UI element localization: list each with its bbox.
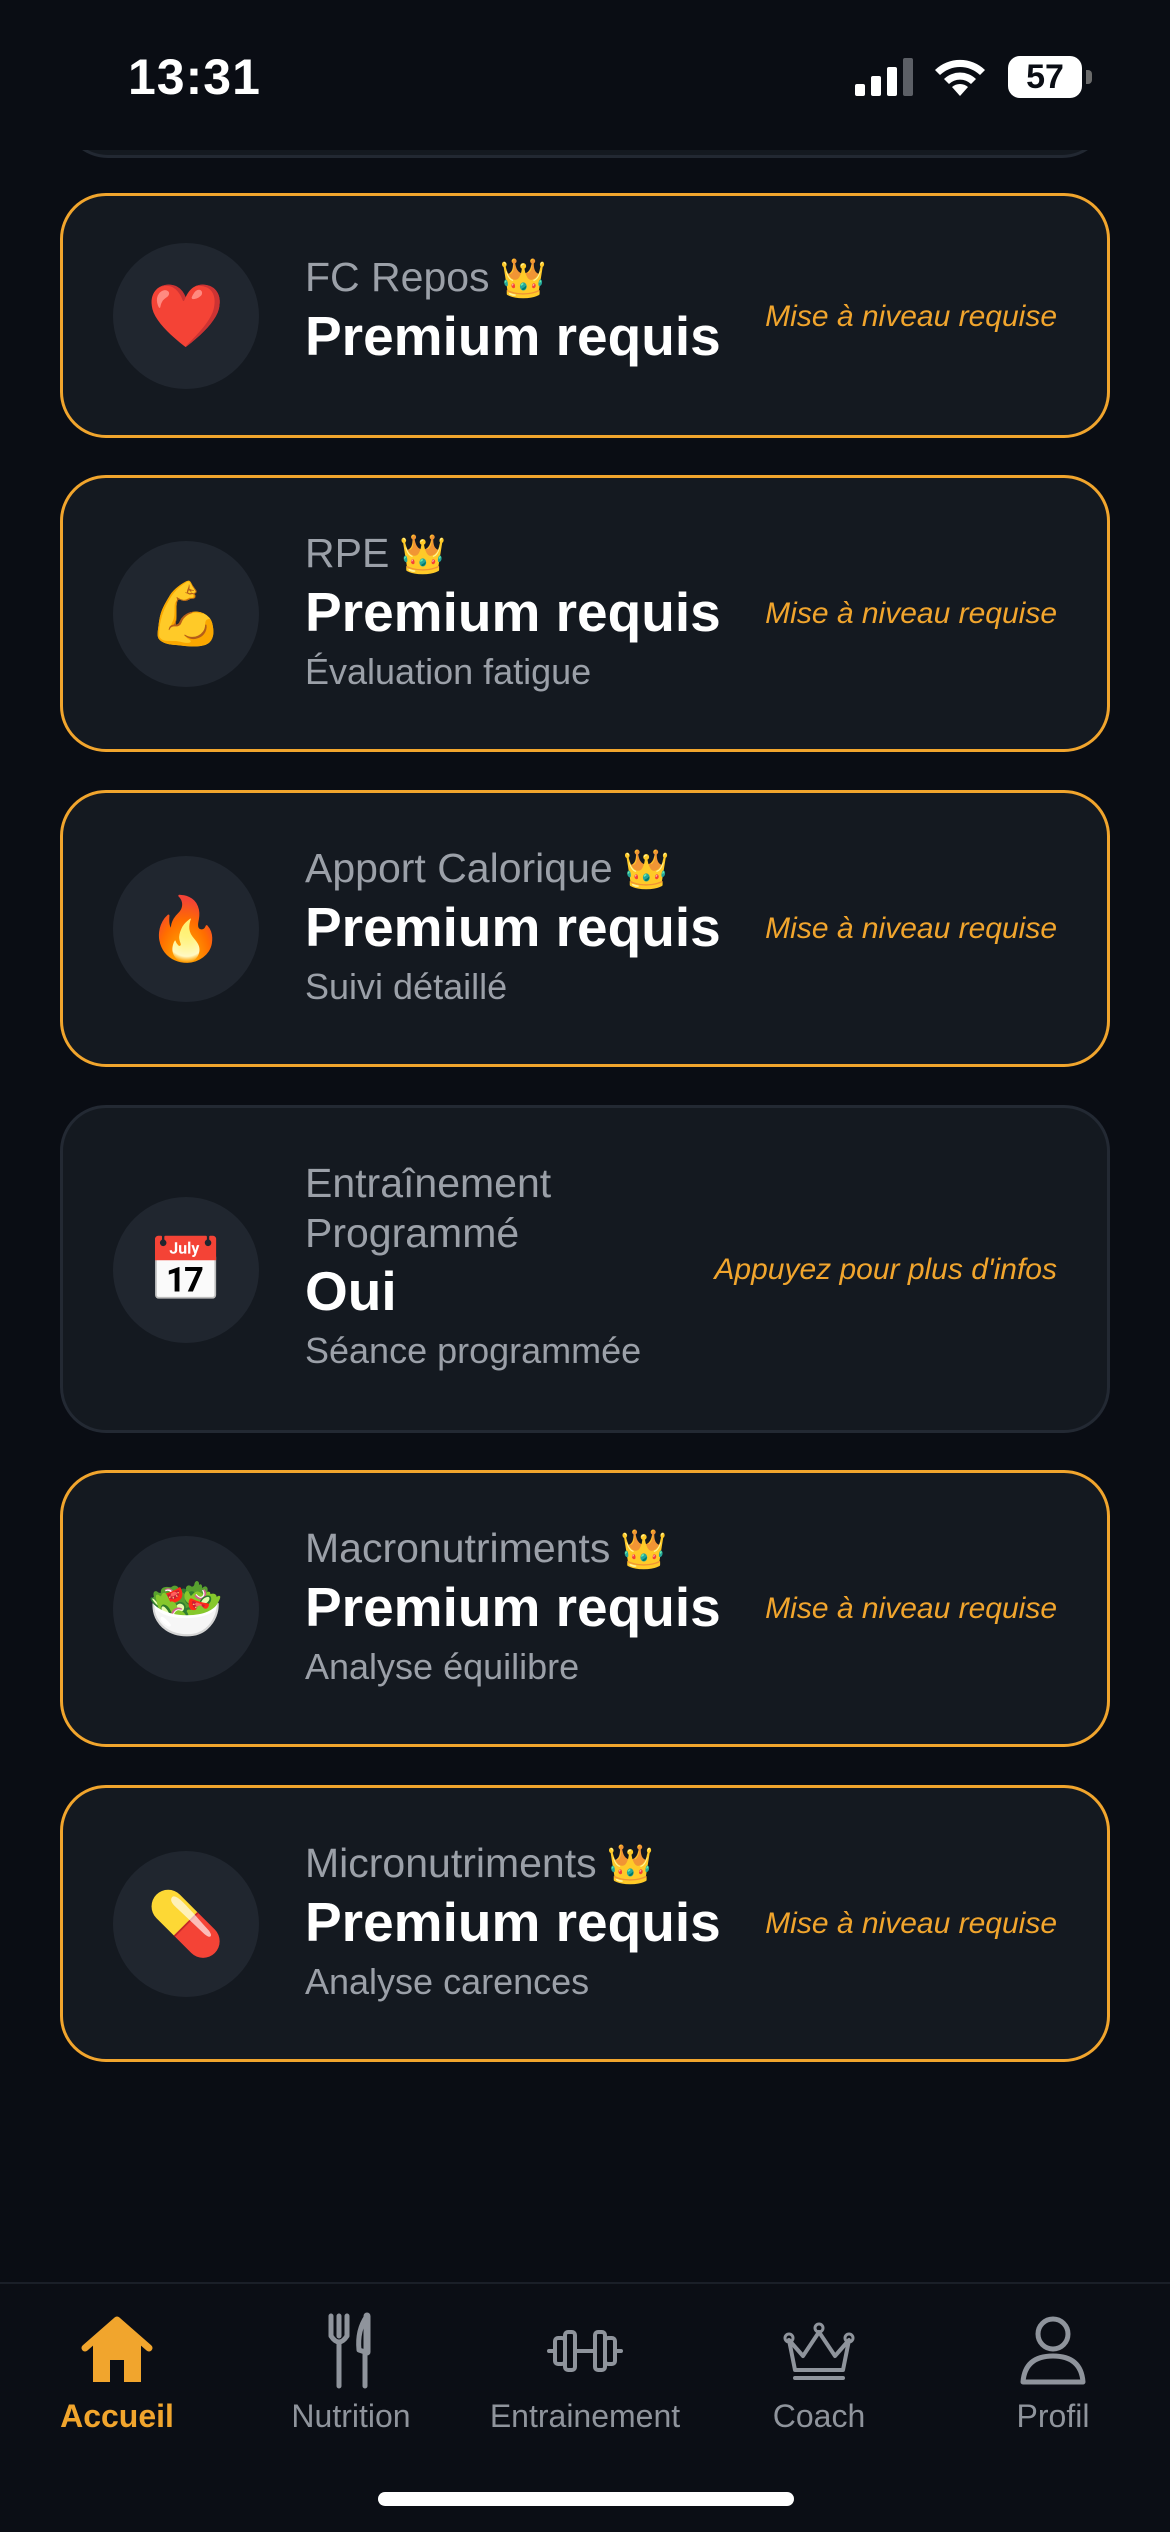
tab-label: Accueil — [60, 2398, 174, 2434]
card-value: Premium requis — [305, 1891, 721, 1953]
card-value: Premium requis — [305, 305, 721, 367]
card-value: Premium requis — [305, 581, 721, 643]
flexed-biceps-icon: 💪 — [113, 541, 259, 687]
card-subtitle: Analyse équilibre — [305, 1646, 580, 1687]
upgrade-required-link[interactable]: Mise à niveau requise — [765, 912, 1057, 946]
tab-label: Profil — [1016, 2398, 1090, 2434]
heart-icon: ❤️ — [113, 243, 259, 389]
card-subtitle: Analyse carences — [305, 1961, 590, 2002]
metric-card-micronutriments[interactable]: 💊 Micronutriments 👑 Premium requis Analys… — [60, 1785, 1110, 2062]
wifi-icon — [935, 59, 985, 96]
upgrade-required-link[interactable]: Mise à niveau requise — [765, 1592, 1057, 1626]
tab-nutrition[interactable]: Nutrition — [234, 2304, 468, 2454]
dumbbell-icon — [547, 2330, 623, 2372]
person-icon — [1020, 2316, 1086, 2385]
card-label: Micronutriments 👑 — [305, 1840, 654, 1886]
salad-icon: 🥗 — [113, 1536, 259, 1682]
card-label: Macronutriments 👑 — [305, 1525, 668, 1571]
cellular-signal-icon — [855, 58, 913, 96]
tab-entrainement[interactable]: Entrainement — [468, 2304, 702, 2454]
battery-cap — [1086, 70, 1092, 84]
crown-icon: 👑 — [622, 847, 671, 891]
card-subtitle: Suivi détaillé — [305, 966, 508, 1007]
card-value: Premium requis — [305, 1576, 721, 1638]
tab-coach[interactable]: Coach — [702, 2304, 936, 2454]
crown-icon: 👑 — [620, 1527, 668, 1571]
card-label: FC Repos 👑 — [305, 254, 547, 300]
upgrade-required-link[interactable]: Mise à niveau requise — [765, 1907, 1057, 1941]
metric-card-fc-repos[interactable]: ❤️ FC Repos 👑 Premium requis Mise à nivea… — [60, 193, 1110, 438]
upgrade-required-link[interactable]: Mise à niveau requise — [765, 597, 1057, 631]
card-label: Apport Calorique 👑 — [305, 845, 671, 891]
battery-icon: 57 — [1008, 56, 1082, 98]
tab-profil[interactable]: Profil — [936, 2304, 1170, 2454]
tab-label: Entrainement — [489, 2398, 681, 2434]
crown-icon: 👑 — [499, 256, 547, 300]
tab-label: Nutrition — [291, 2398, 411, 2434]
more-info-link[interactable]: Appuyez pour plus d'infos — [714, 1253, 1057, 1287]
tab-label: Coach — [772, 2398, 866, 2434]
battery-level: 57 — [1026, 58, 1064, 96]
home-indicator[interactable] — [378, 2492, 794, 2506]
fire-icon: 🔥 — [113, 856, 259, 1002]
crown-icon — [783, 2322, 855, 2380]
card-label: Entraînement Programmé — [305, 1160, 552, 1256]
metric-card-entrainement-programme[interactable]: 📅 Entraînement Programmé Oui Séance prog… — [60, 1105, 1110, 1433]
crown-icon: 👑 — [399, 532, 447, 576]
metric-card-apport-calorique[interactable]: 🔥 Apport Calorique 👑 Premium requis Suivi… — [60, 790, 1110, 1067]
calendar-icon: 📅 — [113, 1197, 259, 1343]
upgrade-required-link[interactable]: Mise à niveau requise — [765, 300, 1057, 334]
card-label: RPE 👑 — [305, 530, 447, 576]
card-value: Premium requis — [305, 896, 721, 958]
tab-accueil[interactable]: Accueil — [0, 2304, 234, 2454]
home-icon — [81, 2316, 153, 2382]
fork-knife-icon — [328, 2312, 371, 2389]
metric-card-rpe[interactable]: 💪 RPE 👑 Premium requis Évaluation fatigue… — [60, 475, 1110, 752]
pill-icon: 💊 — [113, 1851, 259, 1997]
status-time: 13:31 — [128, 49, 261, 105]
crown-icon: 👑 — [606, 1842, 654, 1886]
card-value: Oui — [305, 1260, 397, 1322]
card-subtitle: Évaluation fatigue — [305, 651, 592, 692]
card-subtitle: Séance programmée — [305, 1330, 642, 1371]
status-bar: 13:31 57 — [0, 0, 1170, 150]
metric-card-macronutriments[interactable]: 🥗 Macronutriments 👑 Premium requis Analys… — [60, 1470, 1110, 1747]
